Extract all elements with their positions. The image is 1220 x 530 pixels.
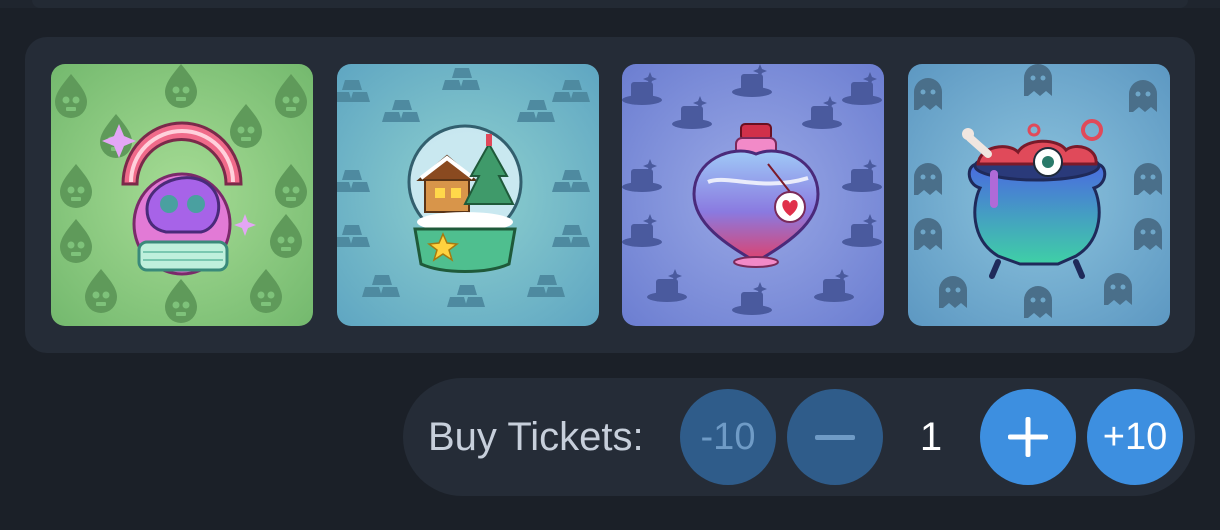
- items-panel: [25, 37, 1195, 353]
- minus-button[interactable]: [787, 389, 883, 485]
- plus-button[interactable]: [980, 389, 1076, 485]
- minus-10-button[interactable]: -10: [680, 389, 776, 485]
- item-card-love-potion[interactable]: [622, 64, 884, 326]
- plus-icon: [1008, 417, 1048, 457]
- top-panel-edge: [0, 0, 1220, 8]
- minus-icon: [815, 435, 855, 440]
- plus-10-label: +10: [1102, 415, 1168, 458]
- buy-tickets-label: Buy Tickets:: [428, 415, 644, 459]
- snow-globe-icon: [407, 124, 523, 273]
- ticket-quantity: 1: [919, 415, 943, 459]
- item-card-cauldron[interactable]: [908, 64, 1170, 326]
- item-card-snow-globe[interactable]: [337, 64, 599, 326]
- plus-10-button[interactable]: +10: [1087, 389, 1183, 485]
- minus-10-label: -10: [700, 415, 756, 458]
- item-card-skull-globe[interactable]: [51, 64, 313, 326]
- buy-tickets-bar: Buy Tickets: -10 1 +10: [403, 378, 1195, 496]
